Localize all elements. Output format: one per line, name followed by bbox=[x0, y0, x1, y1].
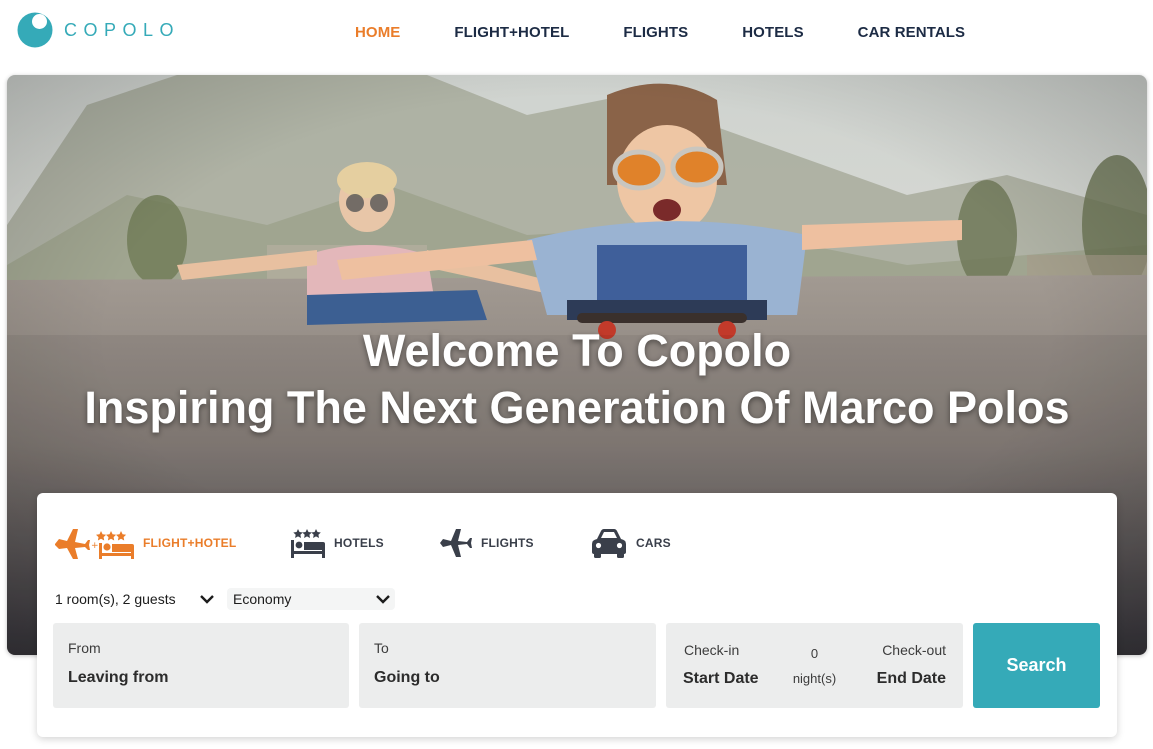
logo-link[interactable]: COPOLO bbox=[17, 12, 180, 48]
tab-hotels[interactable]: HOTELS bbox=[290, 523, 384, 563]
nav-car-rentals[interactable]: CAR RENTALS bbox=[858, 24, 965, 41]
plane-bed-stars-icon: + bbox=[55, 529, 134, 559]
nav-home[interactable]: HOME bbox=[355, 24, 400, 41]
from-input[interactable]: Leaving from bbox=[68, 669, 168, 687]
tab-flights[interactable]: FLIGHTS bbox=[439, 523, 534, 563]
tab-flights-label: FLIGHTS bbox=[481, 536, 534, 550]
hero-title: Welcome To Copolo bbox=[362, 325, 792, 376]
chevron-down-icon bbox=[200, 595, 214, 604]
search-button[interactable]: Search bbox=[973, 623, 1100, 708]
from-field[interactable]: From Leaving from bbox=[53, 623, 349, 708]
rooms-guests-value: 1 room(s), 2 guests bbox=[55, 591, 176, 607]
to-label: To bbox=[374, 640, 389, 656]
chevron-down-icon bbox=[376, 595, 390, 604]
nav-flight-hotel[interactable]: FLIGHT+HOTEL bbox=[454, 24, 569, 41]
rooms-guests-dropdown[interactable]: 1 room(s), 2 guests bbox=[55, 588, 215, 610]
tab-cars-label: CARS bbox=[636, 536, 671, 550]
from-label: From bbox=[68, 640, 101, 656]
plane-icon bbox=[440, 529, 472, 557]
main-nav: HOME FLIGHT+HOTEL FLIGHTS HOTELS CAR REN… bbox=[355, 24, 1019, 41]
top-navigation-bar: COPOLO HOME FLIGHT+HOTEL FLIGHTS HOTELS … bbox=[0, 0, 1153, 66]
search-panel: + FLIGHT+HOTEL HOTELS FLIGHTS CARS 1 roo… bbox=[37, 493, 1117, 737]
tab-hotels-label: HOTELS bbox=[334, 536, 384, 550]
tab-flight-hotel-label: FLIGHT+HOTEL bbox=[143, 536, 237, 550]
to-input[interactable]: Going to bbox=[374, 669, 440, 687]
hero-subtitle: Inspiring The Next Generation Of Marco P… bbox=[84, 382, 1070, 433]
checkout-label: Check-out bbox=[882, 642, 946, 658]
nav-flights[interactable]: FLIGHTS bbox=[623, 24, 688, 41]
date-range-field[interactable]: Check-in Start Date 0 night(s) Check-out… bbox=[666, 623, 963, 708]
page: COPOLO HOME FLIGHT+HOTEL FLIGHTS HOTELS … bbox=[0, 0, 1153, 749]
checkout-input[interactable]: End Date bbox=[877, 670, 946, 688]
cabin-class-dropdown[interactable]: Economy bbox=[227, 588, 395, 610]
brand-name: COPOLO bbox=[64, 19, 181, 40]
nav-hotels[interactable]: HOTELS bbox=[742, 24, 803, 41]
cabin-class-value: Economy bbox=[233, 591, 292, 607]
svg-text:+: + bbox=[91, 541, 99, 551]
tab-flight-hotel[interactable]: + FLIGHT+HOTEL bbox=[53, 523, 236, 563]
tab-cars[interactable]: CARS bbox=[590, 523, 671, 563]
car-icon bbox=[592, 529, 626, 558]
copolo-logo-icon bbox=[17, 12, 53, 48]
to-field[interactable]: To Going to bbox=[359, 623, 656, 708]
bed-stars-icon bbox=[291, 529, 325, 558]
